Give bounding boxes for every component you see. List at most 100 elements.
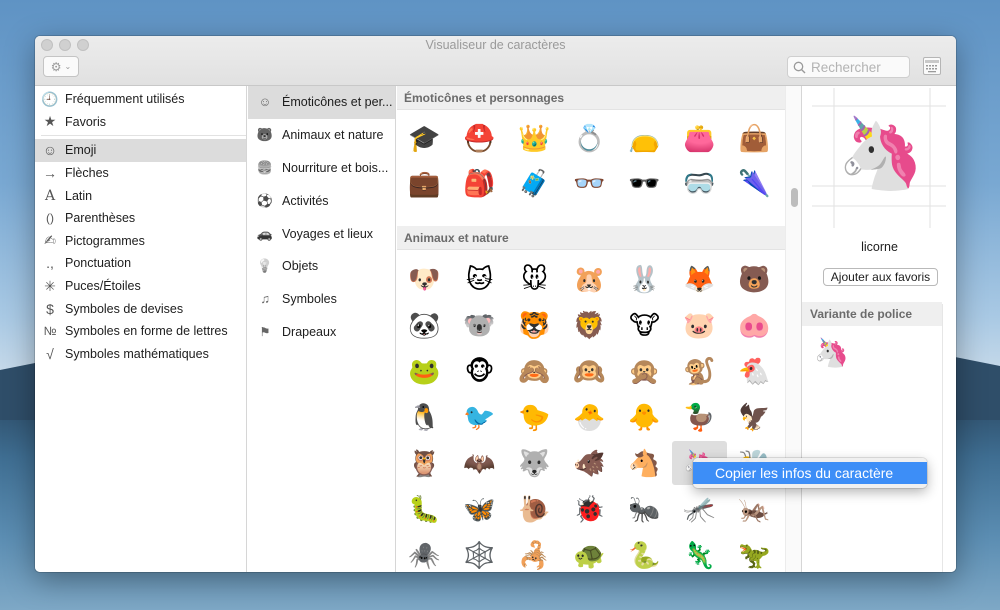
emoji-cell[interactable]: 🐰 <box>617 257 672 301</box>
emoji-cell[interactable]: 🐧 <box>397 395 452 439</box>
emoji-cell[interactable]: 💼 <box>397 161 452 205</box>
subcategory-label: Nourriture et bois... <box>282 160 389 175</box>
keyboard-viewer-button[interactable] <box>923 57 941 75</box>
category-arrows[interactable]: → Flèches <box>35 162 246 185</box>
emoji-cell[interactable]: 👓 <box>562 161 617 205</box>
action-menu-button[interactable]: ⚙ ⌄ <box>43 56 79 77</box>
emoji-cell[interactable]: 🐽 <box>727 303 782 347</box>
category-letterlike-symbols[interactable]: № Symboles en forme de lettres <box>35 320 246 343</box>
emoji-cell[interactable]: 🦅 <box>727 395 782 439</box>
font-variant-glyph[interactable]: 🦄 <box>814 336 849 369</box>
scroll-thumb[interactable] <box>791 188 798 207</box>
emoji-cell[interactable]: 🦂 <box>507 533 562 572</box>
emoji-cell[interactable]: 🦟 <box>672 487 727 531</box>
emoji-cell[interactable]: 🐷 <box>672 303 727 347</box>
emoji-cell[interactable]: 🐣 <box>562 395 617 439</box>
emoji-cell[interactable]: 🦖 <box>727 533 782 572</box>
copy-character-info-menu-item[interactable]: Copier les infos du caractère <box>693 462 927 484</box>
emoji-cell[interactable]: 🕶️ <box>617 161 672 205</box>
emoji-cell[interactable]: 🐨 <box>452 303 507 347</box>
emoji-cell[interactable]: 🐴 <box>617 441 672 485</box>
emoji-cell[interactable]: 🦊 <box>672 257 727 301</box>
category-punctuation[interactable]: ., Ponctuation <box>35 252 246 275</box>
subcategory-animals-nature[interactable]: 🐻 Animaux et nature <box>248 119 395 152</box>
emoji-cell[interactable]: 🥽 <box>672 161 727 205</box>
emoji-cell[interactable]: 🐱 <box>452 257 507 301</box>
emoji-cell[interactable]: 🐮 <box>617 303 672 347</box>
emoji-cell[interactable]: 🙈 <box>507 349 562 393</box>
emoji-cell[interactable]: 🐦 <box>452 395 507 439</box>
emoji-cell[interactable]: 🐍 <box>617 533 672 572</box>
emoji-cell[interactable]: 🐺 <box>507 441 562 485</box>
emoji-cell[interactable]: 🐜 <box>617 487 672 531</box>
emoji-cell[interactable]: 💍 <box>562 116 617 160</box>
subcategory-food-drink[interactable]: 🍔 Nourriture et bois... <box>248 152 395 185</box>
emoji-cell[interactable]: 🦆 <box>672 395 727 439</box>
emoji-cell[interactable]: 🙊 <box>617 349 672 393</box>
category-currency-symbols[interactable]: $ Symboles de devises <box>35 297 246 320</box>
emoji-cell[interactable]: 🐔 <box>727 349 782 393</box>
subcategory-symbols[interactable]: ♫ Symboles <box>248 283 395 316</box>
emoji-cell[interactable]: 🐗 <box>562 441 617 485</box>
emoji-cell[interactable]: 👛 <box>672 116 727 160</box>
emoji-cell[interactable]: ⛑️ <box>452 116 507 160</box>
search-field[interactable]: Rechercher <box>787 56 910 78</box>
category-pictographs[interactable]: ✍ Pictogrammes <box>35 230 246 253</box>
category-parentheses[interactable]: () Parenthèses <box>35 207 246 230</box>
bear-icon: 🐻 <box>256 127 274 143</box>
emoji-cell[interactable]: 👑 <box>507 116 562 160</box>
emoji-cell[interactable]: 🐼 <box>397 303 452 347</box>
category-math-symbols[interactable]: √ Symboles mathématiques <box>35 343 246 366</box>
emoji-cell[interactable]: 🦋 <box>452 487 507 531</box>
emoji-cell[interactable]: 🐯 <box>507 303 562 347</box>
subcategory-objects[interactable]: 💡 Objets <box>248 250 395 283</box>
emoji-cell[interactable]: 🐢 <box>562 533 617 572</box>
emoji-row: 🐼 🐨 🐯 🦁 🐮 🐷 🐽 <box>397 303 785 347</box>
subcategory-smileys-people[interactable]: ☺ Émoticônes et per... <box>248 86 395 119</box>
emoji-cell[interactable]: 👝 <box>617 116 672 160</box>
category-label: Favoris <box>65 114 106 129</box>
category-emoji[interactable]: ☺ Emoji <box>35 139 246 162</box>
emoji-cell[interactable]: 🐵 <box>452 349 507 393</box>
emoji-cell[interactable]: 🐞 <box>562 487 617 531</box>
category-frequently-used[interactable]: 🕘 Fréquemment utilisés <box>35 88 246 111</box>
emoji-cell[interactable]: 🐭 <box>507 257 562 301</box>
emoji-cell[interactable]: 🦗 <box>727 487 782 531</box>
emoji-cell[interactable]: 🌂 <box>727 161 782 205</box>
emoji-cell[interactable]: 🐤 <box>507 395 562 439</box>
emoji-cell[interactable]: 🦇 <box>452 441 507 485</box>
category-label: Symboles mathématiques <box>65 346 209 361</box>
emoji-cell[interactable]: 🐛 <box>397 487 452 531</box>
emoji-cell[interactable]: 🕸️ <box>452 533 507 572</box>
category-label: Latin <box>65 188 93 203</box>
emoji-cell[interactable]: 🐹 <box>562 257 617 301</box>
category-favorites[interactable]: ★ Favoris <box>35 111 246 134</box>
emoji-cell[interactable]: 🦎 <box>672 533 727 572</box>
emoji-cell[interactable]: 🙉 <box>562 349 617 393</box>
emoji-cell[interactable]: 👜 <box>727 116 782 160</box>
category-latin[interactable]: A Latin <box>35 184 246 207</box>
glyph-preview: 🦄 <box>837 114 925 192</box>
emoji-cell[interactable]: 🎒 <box>452 161 507 205</box>
emoji-cell[interactable]: 🐻 <box>727 257 782 301</box>
emoji-cell[interactable]: 🦉 <box>397 441 452 485</box>
emoji-cell[interactable]: 🐸 <box>397 349 452 393</box>
emoji-cell[interactable]: 🦁 <box>562 303 617 347</box>
subcategory-travel-places[interactable]: 🚗 Voyages et lieux <box>248 217 395 250</box>
emoji-cell[interactable]: 🐥 <box>617 395 672 439</box>
emoji-cell[interactable]: 🐌 <box>507 487 562 531</box>
grid-scrollbar[interactable] <box>785 86 801 572</box>
character-name: licorne <box>861 240 898 254</box>
add-to-favorites-button[interactable]: Ajouter aux favoris <box>823 268 938 286</box>
emoji-cell[interactable]: 🧳 <box>507 161 562 205</box>
chevron-down-icon: ⌄ <box>64 62 72 71</box>
emoji-cell[interactable]: 🎓 <box>397 116 452 160</box>
category-bullets-stars[interactable]: ✳ Puces/Étoiles <box>35 275 246 298</box>
subcategory-flags[interactable]: ⚑ Drapeaux <box>248 316 395 349</box>
subcategory-label: Objets <box>282 259 319 274</box>
emoji-cell[interactable]: 🐒 <box>672 349 727 393</box>
emoji-cell[interactable]: 🐶 <box>397 257 452 301</box>
subcategory-label: Émoticônes et per... <box>282 95 393 110</box>
subcategory-activities[interactable]: ⚽ Activités <box>248 184 395 217</box>
emoji-cell[interactable]: 🕷️ <box>397 533 452 572</box>
